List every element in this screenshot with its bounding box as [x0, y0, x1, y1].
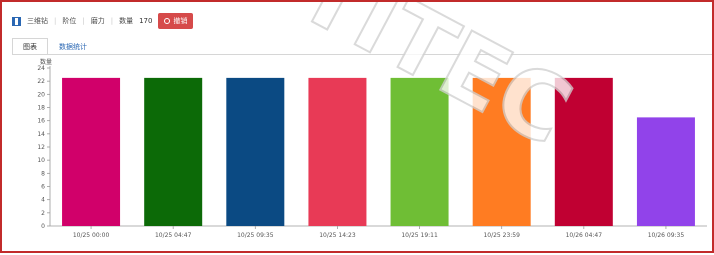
- bar: [390, 77, 449, 227]
- y-tick-label: 14: [37, 131, 45, 138]
- y-tick-label: 22: [37, 78, 45, 85]
- bar: [472, 77, 531, 227]
- bars: [62, 77, 695, 227]
- x-tick-label: 10/25 09:35: [237, 232, 274, 239]
- x-tick-labels: 10/25 00:00 10/25 04:47 10/25 09:35 10/25 1…: [73, 226, 685, 239]
- y-tick-label: 4: [41, 197, 45, 204]
- bar: [308, 77, 367, 227]
- bar-chart: 数量 024681012141618202224 10/25 00:00 10/2…: [37, 58, 707, 239]
- y-tick-label: 2: [41, 210, 45, 217]
- y-tick-label: 0: [41, 223, 45, 230]
- y-tick-label: 16: [37, 118, 45, 125]
- y-tick-label: 12: [37, 144, 45, 151]
- y-tick-label: 8: [41, 170, 45, 177]
- bar: [226, 77, 285, 227]
- x-tick-label: 10/25 23:59: [483, 232, 520, 239]
- y-tick-label: 20: [37, 91, 45, 98]
- x-tick-label: 10/26 09:35: [648, 232, 685, 239]
- bar: [636, 117, 695, 227]
- bar: [144, 77, 203, 227]
- bar: [62, 77, 121, 227]
- chart-panel: 三维钻 | 阶位 | 磨力 | 数量 170 撤销 图表 数据统计 数量 024…: [0, 0, 714, 253]
- y-tick-label: 18: [37, 105, 45, 112]
- y-tick-label: 24: [37, 65, 45, 72]
- x-tick-label: 10/25 14:23: [319, 232, 356, 239]
- y-tick-label: 10: [37, 157, 45, 164]
- x-tick-label: 10/25 00:00: [73, 232, 110, 239]
- x-tick-label: 10/25 19:11: [401, 232, 438, 239]
- y-tick-label: 6: [41, 184, 45, 191]
- x-tick-label: 10/26 04:47: [566, 232, 603, 239]
- x-tick-label: 10/25 04:47: [155, 232, 192, 239]
- y-axis: 024681012141618202224: [37, 65, 51, 230]
- bar: [554, 77, 613, 227]
